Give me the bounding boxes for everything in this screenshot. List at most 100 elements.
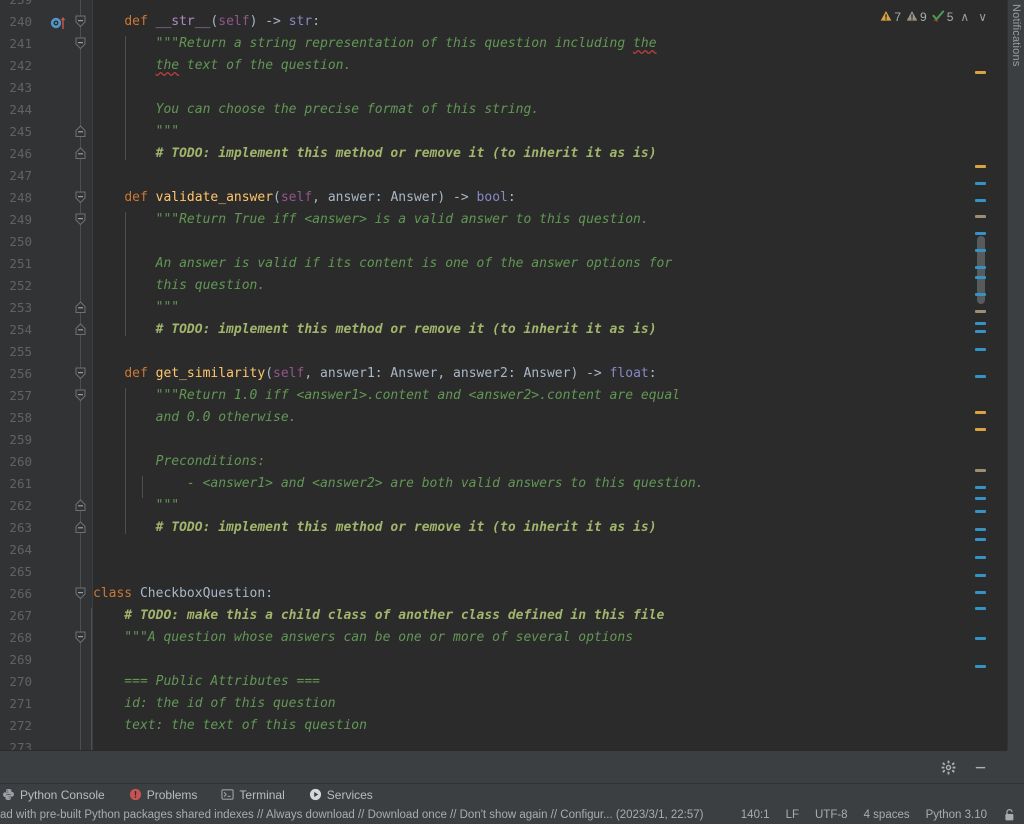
editor-gutter[interactable]: 239 240 241 242 243 244 245 246 247 248 249 250 251 2…	[0, 0, 93, 750]
fold-expand-icon[interactable]	[74, 499, 87, 512]
error-stripe-mark[interactable]	[975, 607, 986, 610]
gear-icon[interactable]	[939, 758, 957, 776]
file-encoding[interactable]: UTF-8	[815, 809, 848, 821]
fold-collapse-icon[interactable]	[74, 37, 87, 50]
code-line[interactable]: """	[93, 121, 179, 143]
fold-collapse-icon[interactable]	[74, 389, 87, 402]
error-stripe-mark[interactable]	[975, 497, 986, 500]
line-separator[interactable]: LF	[786, 809, 799, 821]
error-stripe-mark[interactable]	[975, 538, 986, 541]
indent-guide	[125, 388, 126, 534]
tool-window-terminal[interactable]: Terminal	[209, 784, 296, 806]
code-line[interactable]: # TODO: implement this method or remove …	[93, 319, 657, 341]
error-stripe-mark[interactable]	[975, 293, 986, 296]
code-line[interactable]: """Return a string representation of thi…	[93, 33, 657, 55]
fold-collapse-icon[interactable]	[74, 191, 87, 204]
code-line[interactable]: """	[93, 495, 179, 517]
lock-icon[interactable]	[1003, 808, 1016, 822]
right-tool-sidebar[interactable]: Notifications	[1007, 0, 1024, 750]
code-line[interactable]: You can choose the precise format of thi…	[93, 99, 540, 121]
line-number: 253	[9, 300, 32, 315]
fold-collapse-icon[interactable]	[74, 367, 87, 380]
tool-window-problems[interactable]: Problems	[117, 784, 210, 806]
error-stripe-mark[interactable]	[975, 375, 986, 378]
typo-group[interactable]: 5	[932, 9, 953, 25]
code-line[interactable]: id: the id of this question	[93, 693, 335, 715]
code-line[interactable]: """A question whose answers can be one o…	[93, 627, 633, 649]
code-text[interactable]: def __str__(self) -> str: """Return a st…	[93, 0, 1007, 750]
caret-position[interactable]: 140:1	[741, 809, 770, 821]
python-interpreter[interactable]: Python 3.10	[926, 809, 987, 821]
code-editor[interactable]: 239 240 241 242 243 244 245 246 247 248 249 250 251 2…	[0, 0, 1007, 750]
fold-collapse-icon[interactable]	[74, 15, 87, 28]
code-line[interactable]: and 0.0 otherwise.	[93, 407, 297, 429]
run-gutter-icon[interactable]	[50, 15, 68, 29]
error-stripe-mark[interactable]	[975, 574, 986, 577]
indent-setting[interactable]: 4 spaces	[864, 809, 910, 821]
error-stripe-mark[interactable]	[975, 310, 986, 313]
fold-collapse-icon[interactable]	[74, 631, 87, 644]
error-stripe-mark[interactable]	[975, 276, 986, 279]
code-line[interactable]: this question.	[93, 275, 266, 297]
code-line[interactable]: """	[93, 297, 179, 319]
error-stripe-mark[interactable]	[975, 528, 986, 531]
code-line[interactable]: def __str__(self) -> str:	[93, 11, 320, 33]
tool-window-services[interactable]: Services	[297, 784, 385, 806]
code-line[interactable]: Preconditions:	[93, 451, 266, 473]
code-line[interactable]: - <answer1> and <answer2> are both valid…	[93, 473, 704, 495]
fold-expand-icon[interactable]	[74, 301, 87, 314]
error-stripe-mark[interactable]	[975, 556, 986, 559]
sidebar-item-notifications[interactable]: Notifications	[1010, 4, 1022, 67]
error-stripe-mark[interactable]	[975, 665, 986, 668]
code-line[interactable]: the text of the question.	[93, 55, 352, 77]
error-stripe-mark[interactable]	[975, 428, 986, 431]
weak-warning-group[interactable]: 9	[906, 10, 927, 25]
chevron-down-icon[interactable]: ∨	[976, 10, 989, 24]
line-number: 268	[9, 630, 32, 645]
error-stripe-mark[interactable]	[975, 266, 986, 269]
error-stripe-mark[interactable]	[975, 249, 986, 252]
code-line[interactable]: """Return True iff <answer> is a valid a…	[93, 209, 649, 231]
error-stripe[interactable]	[973, 0, 990, 750]
error-stripe-mark[interactable]	[975, 215, 986, 218]
warning-group[interactable]: 7	[880, 10, 901, 25]
error-stripe-mark[interactable]	[975, 637, 986, 640]
error-stripe-mark[interactable]	[975, 199, 986, 202]
fold-expand-icon[interactable]	[74, 147, 87, 160]
error-stripe-mark[interactable]	[975, 348, 986, 351]
tool-window-python-console[interactable]: Python Console	[0, 784, 117, 806]
code-line[interactable]: # TODO: implement this method or remove …	[93, 517, 657, 539]
error-stripe-mark[interactable]	[975, 71, 986, 74]
code-line[interactable]: def get_similarity(self, answer1: Answer…	[93, 363, 656, 385]
fold-expand-icon[interactable]	[74, 521, 87, 534]
error-stripe-mark[interactable]	[975, 591, 986, 594]
error-stripe-mark[interactable]	[975, 486, 986, 489]
fold-collapse-icon[interactable]	[74, 587, 87, 600]
chevron-up-icon[interactable]: ∧	[958, 10, 971, 24]
error-stripe-mark[interactable]	[975, 232, 986, 235]
minimize-icon[interactable]	[971, 758, 989, 776]
status-message[interactable]: ad with pre-built Python packages shared…	[0, 809, 703, 821]
code-line[interactable]: === Public Attributes ===	[93, 671, 320, 693]
error-stripe-mark[interactable]	[975, 330, 986, 333]
code-line[interactable]: # TODO: make this a child class of anoth…	[93, 605, 664, 627]
error-stripe-mark[interactable]	[975, 322, 986, 325]
code-line[interactable]: def validate_answer(self, answer: Answer…	[93, 187, 515, 209]
error-stripe-mark[interactable]	[975, 165, 986, 168]
code-line[interactable]: An answer is valid if its content is one…	[93, 253, 673, 275]
error-stripe-mark[interactable]	[975, 411, 986, 414]
error-stripe-mark[interactable]	[975, 510, 986, 513]
error-stripe-mark[interactable]	[975, 182, 986, 185]
code-line[interactable]: text: the text of this question	[93, 715, 367, 737]
error-stripe-mark[interactable]	[975, 469, 986, 472]
fold-expand-icon[interactable]	[74, 323, 87, 336]
fold-collapse-icon[interactable]	[74, 213, 87, 226]
code-line[interactable]: """Return 1.0 iff <answer1>.content and …	[93, 385, 680, 407]
fold-expand-icon[interactable]	[74, 125, 87, 138]
inspection-status-widget[interactable]: 7 9 5 ∧ ∨	[880, 6, 989, 28]
code-line[interactable]: # TODO: implement this method or remove …	[93, 143, 657, 165]
line-number: 246	[9, 146, 32, 161]
code-line[interactable]: class CheckboxQuestion:	[93, 583, 273, 605]
